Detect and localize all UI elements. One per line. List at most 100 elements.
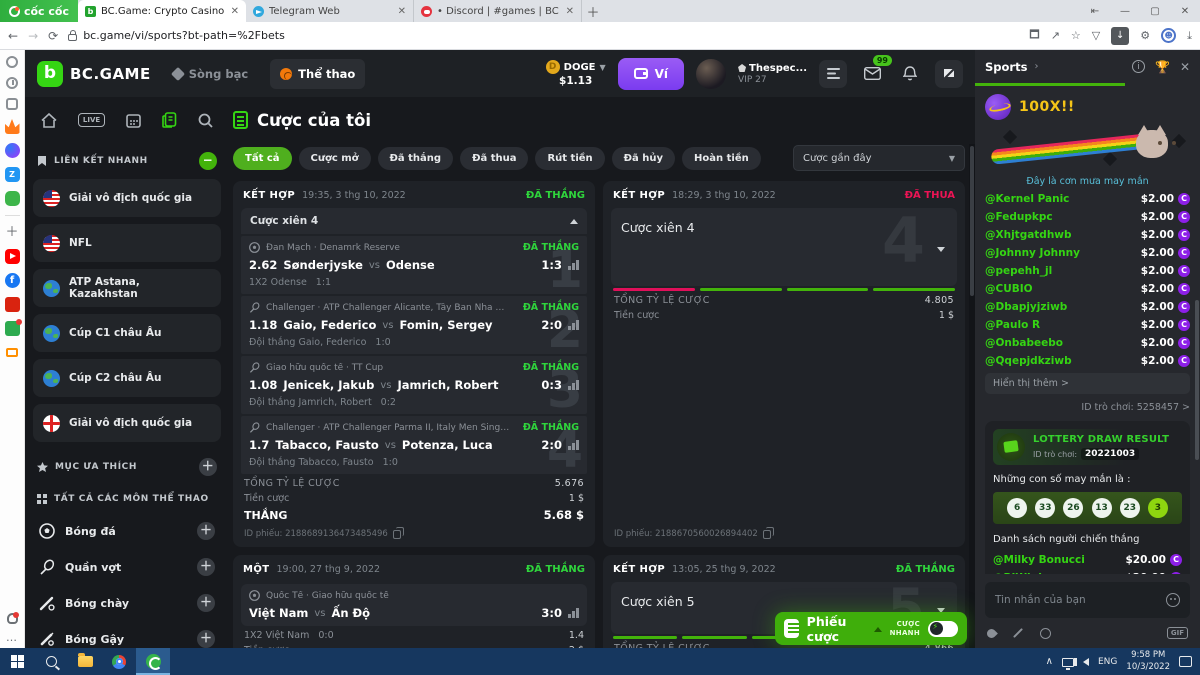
bcgame-logo[interactable]: BC.GAME bbox=[37, 61, 151, 87]
quick-link-item[interactable]: Giải vô địch quốc gia bbox=[33, 179, 221, 217]
emoji-icon[interactable] bbox=[1166, 593, 1180, 607]
my-bets-icon[interactable] bbox=[162, 112, 177, 128]
expand-sport-button[interactable]: ＋ bbox=[197, 630, 215, 648]
profile-icon[interactable]: ☻ bbox=[1161, 28, 1176, 43]
search-icon[interactable] bbox=[198, 113, 213, 128]
network-icon[interactable] bbox=[1062, 658, 1074, 667]
filter-cashout[interactable]: Rút tiền bbox=[535, 147, 604, 170]
live-icon[interactable]: LIVE bbox=[78, 113, 105, 127]
rewards-crown-icon[interactable] bbox=[5, 119, 20, 134]
winner-name[interactable]: @CUBIO bbox=[985, 283, 1033, 295]
extensions-icon[interactable]: ⚙ bbox=[1140, 29, 1150, 42]
messenger-icon[interactable] bbox=[5, 143, 20, 158]
reload-button[interactable]: ⟳ bbox=[48, 29, 58, 43]
quick-link-item[interactable]: NFL bbox=[33, 224, 221, 262]
add-favorite-button[interactable]: ＋ bbox=[199, 458, 217, 476]
winner-name[interactable]: @Kernel Panic bbox=[985, 193, 1069, 205]
copy-icon[interactable] bbox=[393, 530, 401, 539]
chat-rules-icon[interactable]: i bbox=[1132, 60, 1145, 73]
bell-icon[interactable] bbox=[897, 61, 923, 87]
wallet-button[interactable]: Ví bbox=[618, 58, 684, 90]
tab-close-icon[interactable]: ✕ bbox=[231, 6, 239, 17]
minimize-button[interactable]: — bbox=[1110, 6, 1140, 17]
selection-header[interactable]: Cược xiên 4 bbox=[241, 208, 587, 234]
winner-name[interactable]: @Johnny Johnny bbox=[985, 247, 1080, 259]
tab-close-icon[interactable]: ✕ bbox=[566, 6, 574, 17]
betslip-button[interactable]: Phiếu cược CƯỢCNHANH bbox=[775, 612, 967, 645]
mall-icon[interactable] bbox=[5, 321, 20, 336]
trophy-icon[interactable]: 🏆 bbox=[1155, 60, 1170, 74]
stats-icon[interactable] bbox=[568, 320, 579, 330]
quick-link-item[interactable]: Cúp C1 châu Âu bbox=[33, 314, 221, 352]
filter-refund[interactable]: Hoàn tiền bbox=[682, 147, 761, 170]
maximize-button[interactable]: ▢ bbox=[1140, 6, 1170, 17]
menu-list-icon[interactable] bbox=[819, 60, 847, 88]
taskbar-clock[interactable]: 9:58 PM10/3/2022 bbox=[1126, 650, 1170, 672]
quick-link-item[interactable]: Giải vô địch quốc gia bbox=[33, 404, 221, 442]
collapse-quick-links-button[interactable]: − bbox=[199, 152, 217, 170]
tab-bcgame[interactable]: b BC.Game: Crypto Casino Gam ✕ bbox=[78, 0, 246, 22]
coccoc-taskbar-icon[interactable] bbox=[136, 648, 170, 675]
mail-icon[interactable]: 99 bbox=[859, 61, 885, 87]
stats-icon[interactable] bbox=[568, 608, 579, 618]
winner-name[interactable]: @pepehh_jl bbox=[985, 265, 1052, 277]
translate-icon[interactable]: 🗖 bbox=[1029, 26, 1039, 45]
sport-item-baseball[interactable]: Bóng chày＋ bbox=[33, 585, 221, 621]
winner-name[interactable]: @Milky Bonucci bbox=[993, 554, 1085, 566]
restore-tab-icon[interactable]: ⇤ bbox=[1080, 6, 1110, 17]
rain-game-id[interactable]: ID trò chơi: 5258457 > bbox=[985, 400, 1190, 415]
reading-list-icon[interactable] bbox=[6, 98, 18, 110]
slash-command-icon[interactable] bbox=[1013, 628, 1023, 638]
sport-item-cricket[interactable]: Bóng Gậy＋ bbox=[33, 621, 221, 648]
volume-icon[interactable] bbox=[1083, 658, 1089, 666]
shield-icon[interactable]: ▽ bbox=[1092, 29, 1100, 42]
sport-item-tennis[interactable]: Quần vợt＋ bbox=[33, 549, 221, 585]
start-button[interactable] bbox=[0, 648, 34, 675]
sale-icon[interactable] bbox=[5, 297, 20, 312]
copy-icon[interactable] bbox=[763, 530, 771, 539]
winner-name[interactable]: @Paulo R bbox=[985, 319, 1040, 331]
url-field[interactable]: bc.game/vi/sports?bt-path=%2Fbets bbox=[68, 26, 1019, 46]
stats-icon[interactable] bbox=[568, 260, 579, 270]
chat-close-icon[interactable]: ✕ bbox=[1180, 60, 1190, 74]
chat-channel-selector[interactable]: Sports bbox=[985, 60, 1027, 74]
add-shortcut-icon[interactable]: ＋ bbox=[5, 225, 20, 240]
show-more-button[interactable]: Hiển thị thêm > bbox=[985, 373, 1190, 394]
tab-telegram[interactable]: Telegram Web ✕ bbox=[246, 0, 414, 22]
winner-name[interactable]: @Xhjtgatdhwb bbox=[985, 229, 1072, 241]
schedule-icon[interactable] bbox=[126, 113, 141, 128]
winner-name[interactable]: @Fedupkpc bbox=[985, 211, 1053, 223]
nav-casino[interactable]: Sòng bạc bbox=[163, 59, 258, 89]
back-button[interactable]: ← bbox=[8, 29, 18, 43]
quick-bet-toggle[interactable] bbox=[928, 621, 958, 637]
share-icon[interactable]: ↗ bbox=[1051, 29, 1060, 42]
new-tab-button[interactable]: ＋ bbox=[582, 0, 604, 22]
stats-icon[interactable] bbox=[568, 440, 579, 450]
filter-open[interactable]: Cược mở bbox=[299, 147, 371, 170]
file-explorer-icon[interactable] bbox=[68, 648, 102, 675]
history-icon[interactable] bbox=[6, 77, 18, 89]
tip-coin-icon[interactable] bbox=[1040, 628, 1051, 639]
gif-icon[interactable]: GIF bbox=[1167, 627, 1188, 639]
sport-item-football[interactable]: Bóng đá＋ bbox=[33, 513, 221, 549]
settings-icon[interactable] bbox=[6, 56, 18, 68]
filter-cancelled[interactable]: Đã hủy bbox=[612, 147, 675, 170]
nav-sports[interactable]: Thể thao bbox=[270, 59, 365, 89]
download-active-icon[interactable]: ↓ bbox=[1111, 27, 1129, 45]
bookmark-star-icon[interactable]: ☆ bbox=[1071, 29, 1081, 42]
facebook-icon[interactable]: f bbox=[5, 273, 20, 288]
tray-expand-icon[interactable]: ∧ bbox=[1046, 656, 1053, 667]
chat-input[interactable]: Tin nhắn của bạn bbox=[985, 582, 1190, 618]
action-center-icon[interactable] bbox=[1179, 656, 1192, 667]
tab-close-icon[interactable]: ✕ bbox=[398, 6, 406, 17]
home-icon[interactable] bbox=[41, 113, 57, 128]
forward-button[interactable]: → bbox=[28, 29, 38, 43]
filter-all[interactable]: Tất cả bbox=[233, 147, 292, 170]
zalo-icon[interactable]: Z bbox=[5, 167, 20, 182]
expand-sport-button[interactable]: ＋ bbox=[197, 594, 215, 612]
avatar[interactable] bbox=[696, 59, 726, 89]
winner-name[interactable]: @Dbapjyjziwb bbox=[985, 301, 1067, 313]
winner-name[interactable]: @Onbabeebo bbox=[985, 337, 1063, 349]
expand-sport-button[interactable]: ＋ bbox=[197, 522, 215, 540]
games-icon[interactable] bbox=[5, 191, 20, 206]
